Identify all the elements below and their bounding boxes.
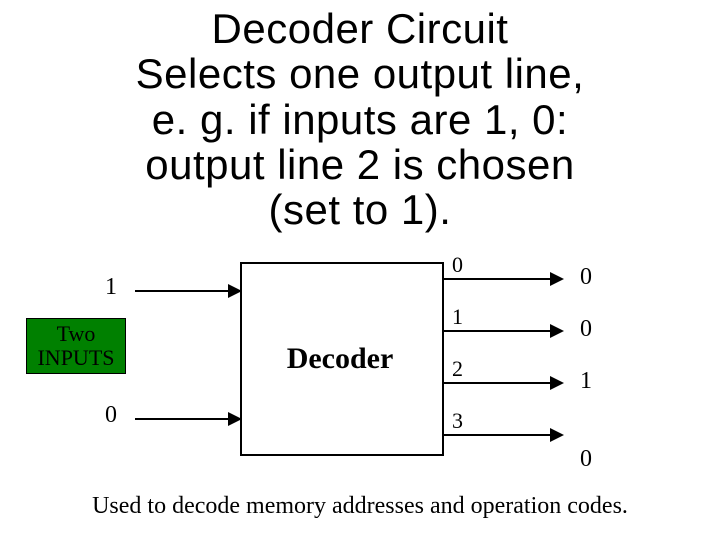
title-line-2: Selects one output line, [136,50,585,97]
title-line-1: Decoder Circuit [212,5,509,52]
output-wire-0 [442,278,552,280]
arrowhead-icon [228,284,242,298]
output-wire-3 [442,434,552,436]
output-value-1: 0 [580,316,592,343]
output-wire-1 [442,330,552,332]
decoder-diagram: Decoder Two INPUTS 1 0 0 0 1 0 2 1 [0,250,720,490]
slide-title: Decoder Circuit Selects one output line,… [0,6,720,233]
output-value-2: 1 [580,368,592,395]
title-line-3: e. g. if inputs are 1, 0: [152,96,568,143]
two-inputs-line2: INPUTS [37,345,114,370]
title-line-5: (set to 1). [269,186,452,233]
output-value-0: 0 [580,264,592,291]
output-index-1: 1 [452,304,463,330]
output-index-3: 3 [452,408,463,434]
arrowhead-icon [550,428,564,442]
input-value-top: 1 [105,274,117,301]
decoder-label: Decoder [240,342,440,376]
output-index-0: 0 [452,252,463,278]
arrowhead-icon [550,376,564,390]
output-index-2: 2 [452,356,463,382]
arrowhead-icon [550,324,564,338]
caption: Used to decode memory addresses and oper… [0,493,720,520]
arrowhead-icon [228,412,242,426]
title-line-4: output line 2 is chosen [145,141,574,188]
slide: Decoder Circuit Selects one output line,… [0,0,720,540]
output-value-3: 0 [580,446,592,473]
input-value-bottom: 0 [105,402,117,429]
input-wire-bottom [135,418,230,420]
input-wire-top [135,290,230,292]
two-inputs-line1: Two [57,321,96,346]
two-inputs-box: Two INPUTS [26,318,126,374]
output-wire-2 [442,382,552,384]
arrowhead-icon [550,272,564,286]
